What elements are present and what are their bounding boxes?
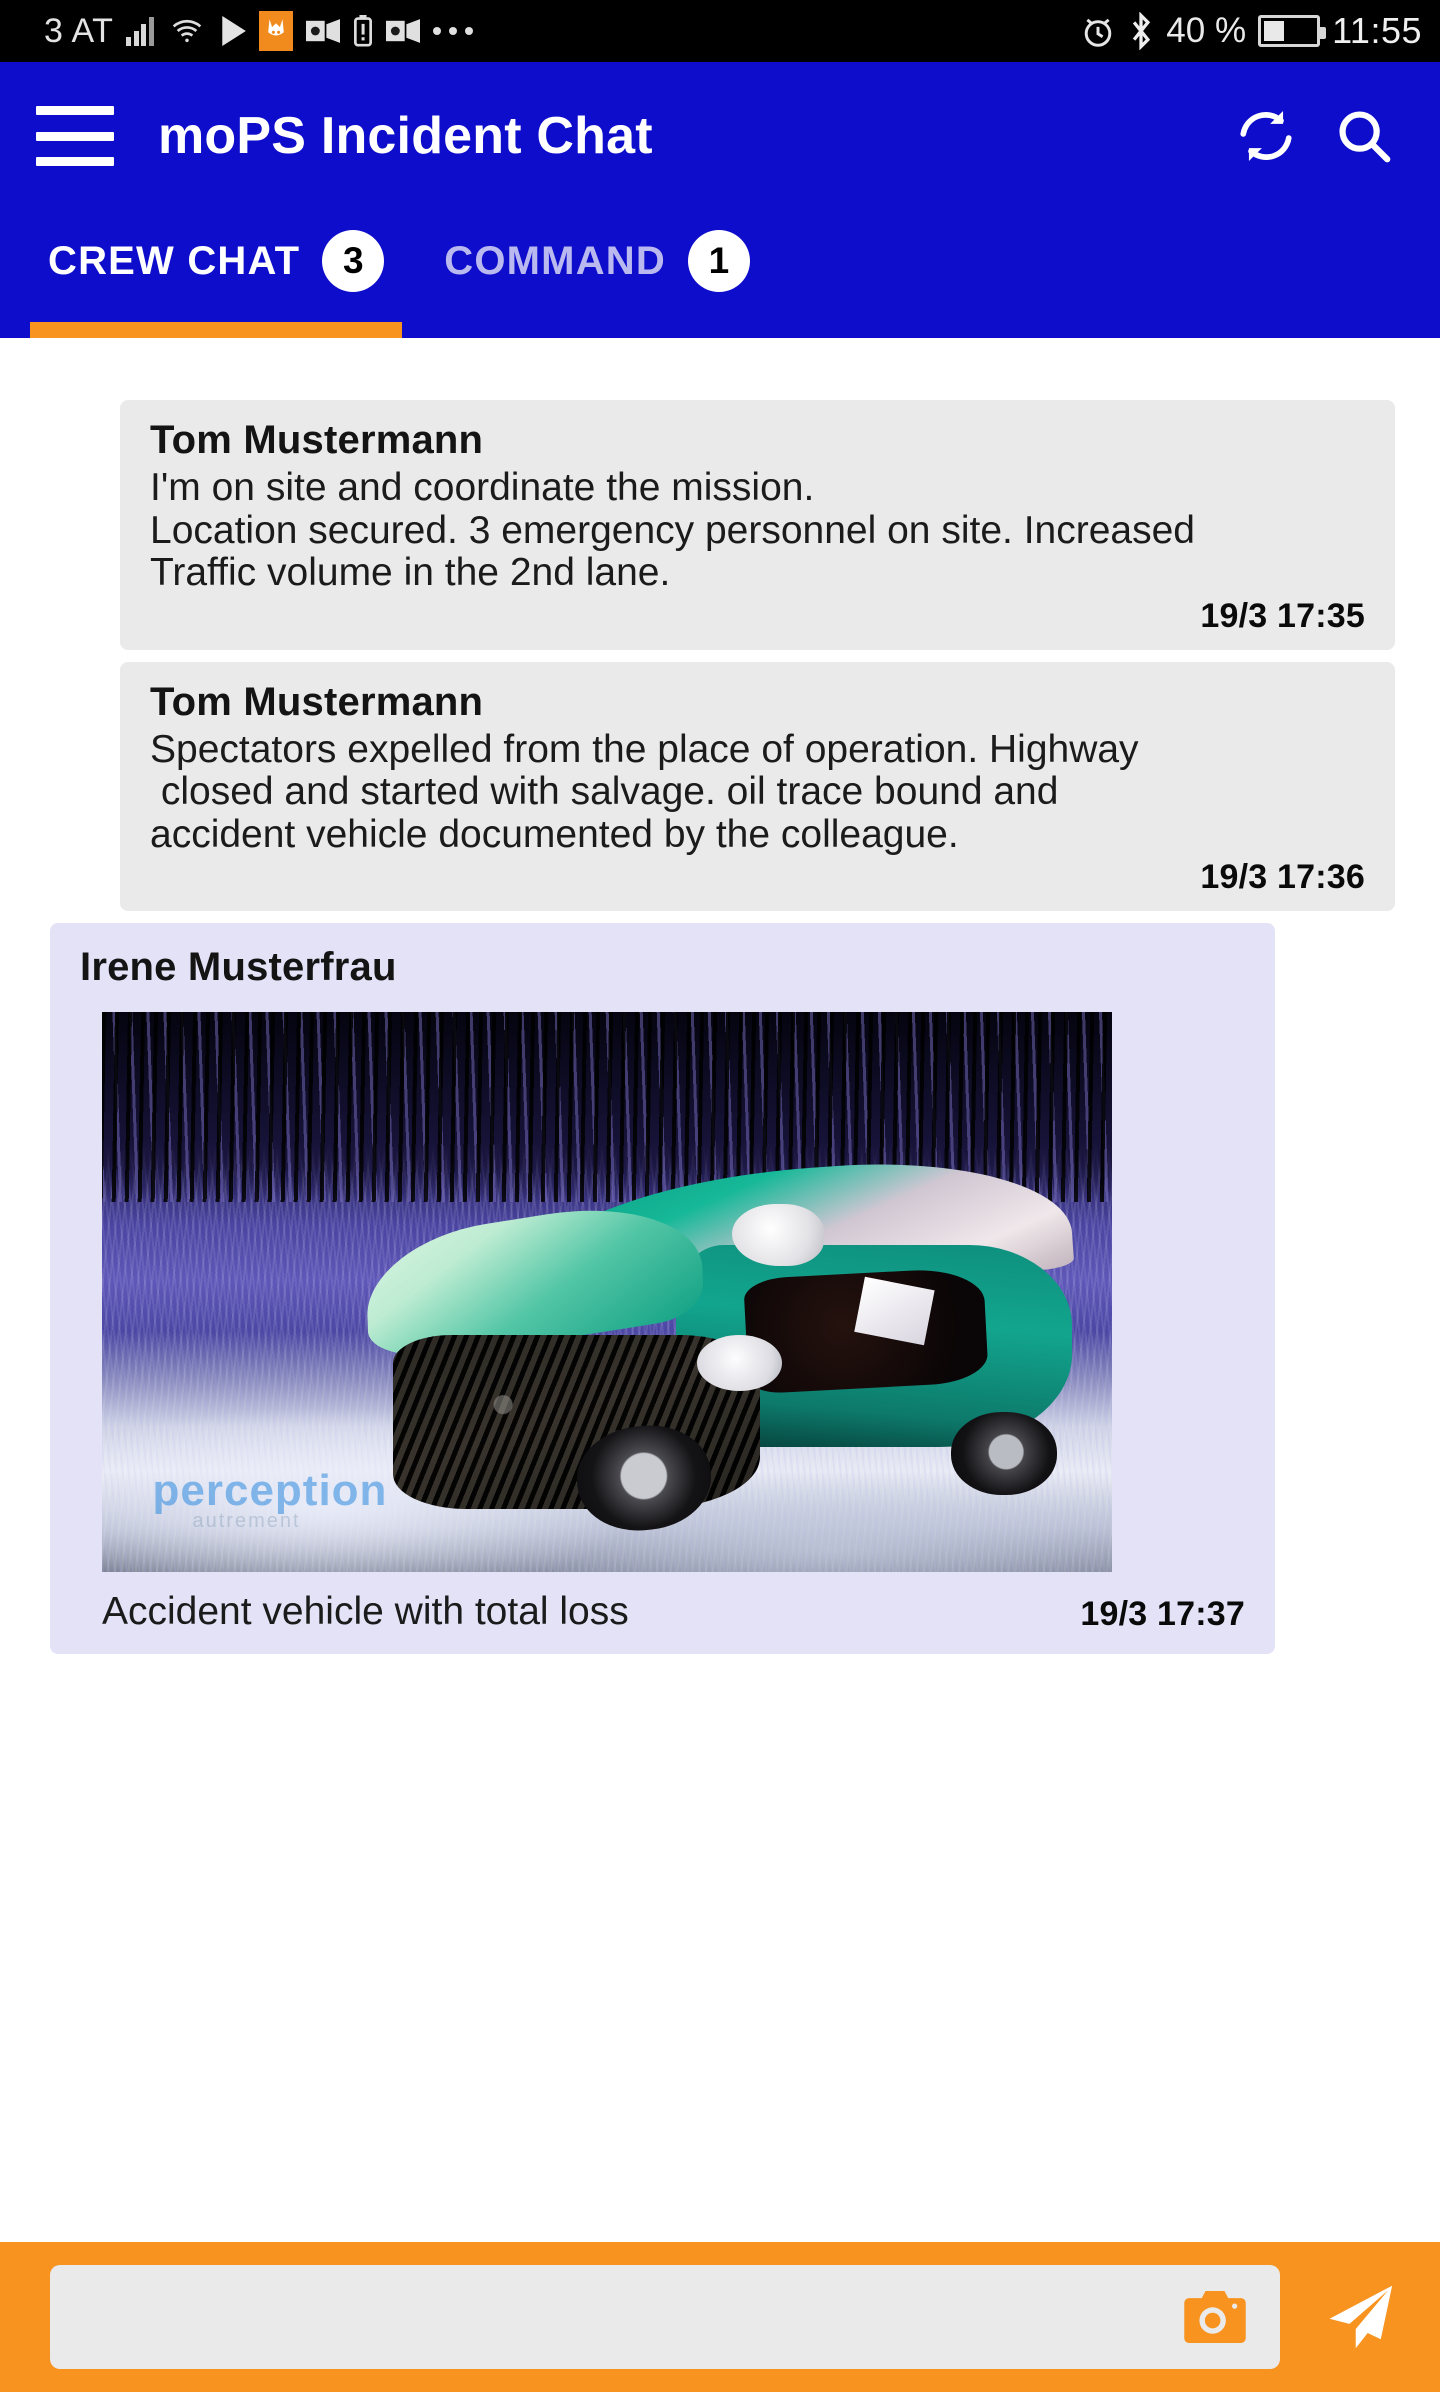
chat-message-list[interactable]: Tom Mustermann I'm on site and coordinat… <box>0 338 1440 2242</box>
photo-crashed-car <box>364 1149 1076 1537</box>
tab-crew-chat-badge: 3 <box>322 230 385 292</box>
camera-icon[interactable] <box>1184 2291 1246 2343</box>
message-input[interactable] <box>50 2265 1280 2369</box>
battery-icon <box>1258 15 1327 47</box>
message-line: Spectators expelled from the place of op… <box>150 727 1139 771</box>
message-author: Irene Musterfrau <box>80 945 397 989</box>
tab-command[interactable]: COMMAND 1 <box>414 210 780 338</box>
photo-caption-row: Accident vehicle with total loss 19/3 17… <box>102 1590 1245 1634</box>
outlook-icon <box>385 17 420 45</box>
message-line: accident vehicle documented by the colle… <box>150 812 959 856</box>
tab-crew-chat-label: CREW CHAT <box>48 238 301 283</box>
bluetooth-icon <box>1128 12 1154 50</box>
search-icon[interactable] <box>1328 100 1400 172</box>
message-time-row: 19/3 17:35 <box>150 597 1365 636</box>
hamburger-icon[interactable] <box>36 106 114 166</box>
tab-command-badge: 1 <box>687 230 750 292</box>
status-bar-right: 40 % 11:55 <box>1080 10 1422 52</box>
message-body: I'm on site and coordinate the mission. … <box>150 466 1365 595</box>
message-time-row: 19/3 17:36 <box>150 858 1365 897</box>
status-bar-left: 3 AT <box>44 11 1080 51</box>
battery-alert-icon <box>353 15 373 47</box>
message-timestamp: 19/3 17:35 <box>1200 596 1365 635</box>
clock-label: 11:55 <box>1332 10 1422 51</box>
carrier-label: 3 AT <box>44 11 114 50</box>
send-icon[interactable] <box>1310 2282 1406 2352</box>
message-timestamp: 19/3 17:36 <box>1200 858 1365 896</box>
message-line: Location secured. 3 emergency personnel … <box>150 508 1195 552</box>
message-author: Tom Mustermann <box>150 679 484 724</box>
message-input-wrapper <box>50 2265 1280 2369</box>
message-timestamp: 19/3 17:37 <box>1080 1595 1245 1633</box>
page-title: moPS Incident Chat <box>158 107 653 165</box>
message-line: closed and started with salvage. oil tra… <box>150 770 1059 813</box>
message-line: I'm on site and coordinate the mission. <box>150 466 815 509</box>
tab-bar: CREW CHAT 3 COMMAND 1 <box>0 210 1440 338</box>
chat-message-photo[interactable]: Irene Musterfrau perception autrement Ac… <box>50 923 1275 1654</box>
tab-crew-chat[interactable]: CREW CHAT 3 <box>18 210 414 338</box>
wifi-icon <box>167 15 207 47</box>
message-photo[interactable]: perception autrement <box>102 1012 1112 1572</box>
app-bar: moPS Incident Chat <box>0 62 1440 210</box>
outlook-icon <box>305 17 340 45</box>
more-icon <box>432 25 473 37</box>
app-notification-icon <box>258 11 293 51</box>
alarm-icon <box>1080 13 1116 49</box>
message-author: Tom Mustermann <box>150 418 484 462</box>
chat-message[interactable]: Tom Mustermann Spectators expelled from … <box>120 661 1395 911</box>
chat-message[interactable]: Tom Mustermann I'm on site and coordinat… <box>120 400 1395 650</box>
refresh-icon[interactable] <box>1230 100 1302 172</box>
status-bar: 3 AT 40 % 11:55 <box>0 0 1440 62</box>
message-body: Spectators expelled from the place of op… <box>150 727 1365 857</box>
battery-percent-label: 40 % <box>1166 11 1247 50</box>
message-line: Traffic volume in the 2nd lane. <box>150 551 671 594</box>
message-composer <box>0 2242 1440 2392</box>
signal-bars-icon <box>126 16 154 46</box>
tab-command-label: COMMAND <box>444 238 666 283</box>
photo-caption: Accident vehicle with total loss <box>102 1590 629 1633</box>
tab-active-indicator <box>30 322 403 338</box>
play-icon <box>220 16 246 46</box>
